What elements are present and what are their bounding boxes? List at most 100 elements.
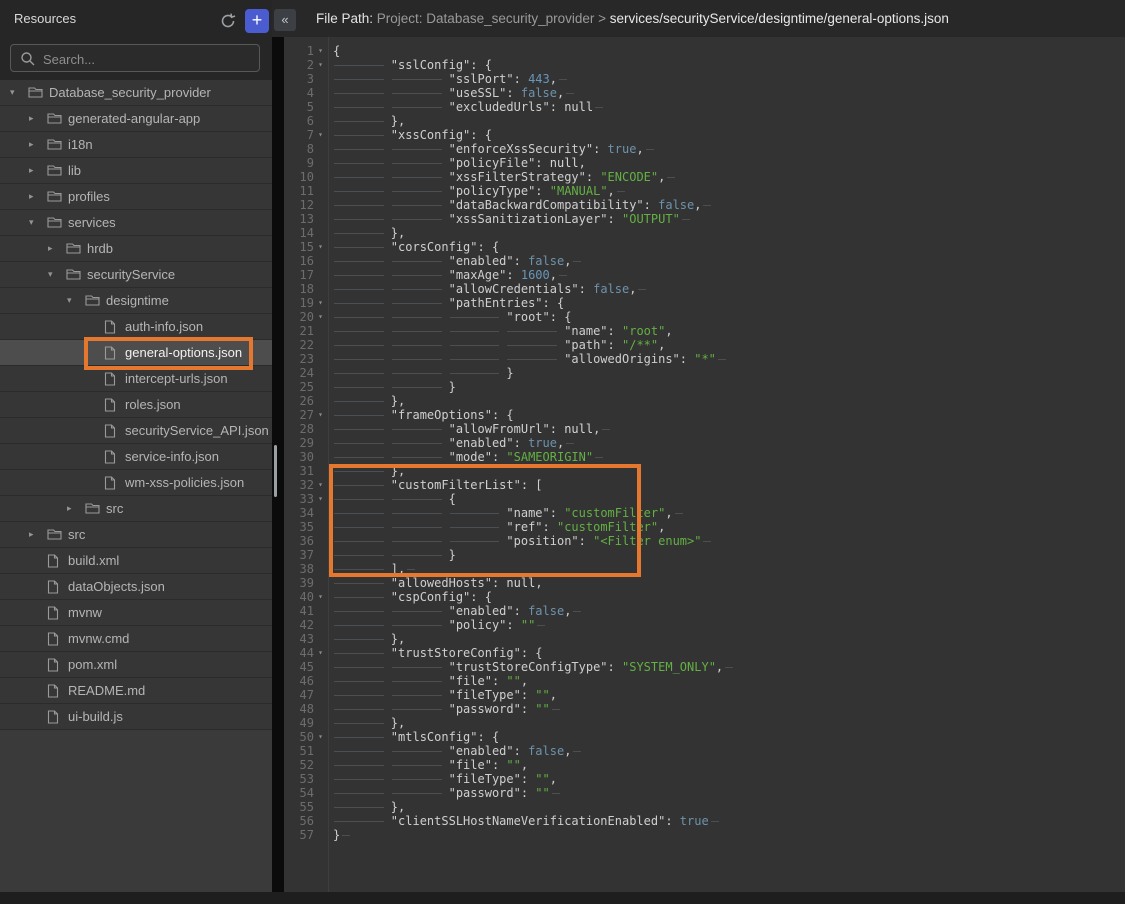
code-line[interactable]: 39"allowedHosts": null, — [284, 576, 735, 590]
tree-item-intercept-urls-json[interactable]: intercept-urls.json — [0, 366, 272, 392]
code-line[interactable]: 45"trustStoreConfigType": "SYSTEM_ONLY", — [284, 660, 735, 674]
code-editor[interactable]: 1▾{2▾"sslConfig": {3"sslPort": 443,4"use… — [284, 37, 1125, 892]
code-line[interactable]: 56"clientSSLHostNameVerificationEnabled"… — [284, 814, 735, 828]
fold-arrow-icon[interactable]: ▾ — [314, 128, 327, 142]
code-line[interactable]: 16"enabled": false, — [284, 254, 735, 268]
tree-item-i18n[interactable]: ▸i18n — [0, 132, 272, 158]
code-line[interactable]: 51"enabled": false, — [284, 744, 735, 758]
chevron-down-icon[interactable]: ▾ — [10, 87, 28, 98]
code-line[interactable]: 5"excludedUrls": null — [284, 100, 735, 114]
code-line[interactable]: 38], — [284, 562, 735, 576]
tree-item-roles-json[interactable]: roles.json — [0, 392, 272, 418]
code-line[interactable]: 35"ref": "customFilter", — [284, 520, 735, 534]
code-line[interactable]: 42"policy": "" — [284, 618, 735, 632]
fold-arrow-icon[interactable]: ▾ — [314, 44, 327, 58]
tree-item-src[interactable]: ▸src — [0, 522, 272, 548]
code-line[interactable]: 30"mode": "SAMEORIGIN" — [284, 450, 735, 464]
tree-item-mvnw[interactable]: mvnw — [0, 600, 272, 626]
code-line[interactable]: 14}, — [284, 226, 735, 240]
tree-item-auth-info-json[interactable]: auth-info.json — [0, 314, 272, 340]
tree-item-wm-xss-policies-json[interactable]: wm-xss-policies.json — [0, 470, 272, 496]
tree-item-securityservice[interactable]: ▾securityService — [0, 262, 272, 288]
code-line[interactable]: 27▾"frameOptions": { — [284, 408, 735, 422]
tree-item-ui-build-js[interactable]: ui-build.js — [0, 704, 272, 730]
code-line[interactable]: 24} — [284, 366, 735, 380]
code-line[interactable]: 23"allowedOrigins": "*" — [284, 352, 735, 366]
code-line[interactable]: 37} — [284, 548, 735, 562]
code-line[interactable]: 11"policyType": "MANUAL", — [284, 184, 735, 198]
code-line[interactable]: 53"fileType": "", — [284, 772, 735, 786]
tree-item-general-options-json[interactable]: general-options.json — [0, 340, 272, 366]
tree-item-services[interactable]: ▾services — [0, 210, 272, 236]
fold-arrow-icon[interactable]: ▾ — [314, 590, 327, 604]
code-line[interactable]: 28"allowFromUrl": null, — [284, 422, 735, 436]
code-line[interactable]: 33▾{ — [284, 492, 735, 506]
code-line[interactable]: 21"name": "root", — [284, 324, 735, 338]
code-line[interactable]: 20▾"root": { — [284, 310, 735, 324]
tree-item-securityservice-api-json[interactable]: securityService_API.json — [0, 418, 272, 444]
code-line[interactable]: 49}, — [284, 716, 735, 730]
tree-item-readme-md[interactable]: README.md — [0, 678, 272, 704]
fold-arrow-icon[interactable]: ▾ — [314, 310, 327, 324]
code-line[interactable]: 32▾"customFilterList": [ — [284, 478, 735, 492]
fold-arrow-icon[interactable]: ▾ — [314, 58, 327, 72]
fold-arrow-icon[interactable]: ▾ — [314, 296, 327, 310]
code-line[interactable]: 22"path": "/**", — [284, 338, 735, 352]
chevron-down-icon[interactable]: ▾ — [29, 217, 47, 228]
refresh-button[interactable] — [218, 11, 238, 31]
tree-item-designtime[interactable]: ▾designtime — [0, 288, 272, 314]
code-line[interactable]: 55}, — [284, 800, 735, 814]
fold-arrow-icon[interactable]: ▾ — [314, 408, 327, 422]
code-line[interactable]: 50▾"mtlsConfig": { — [284, 730, 735, 744]
code-line[interactable]: 41"enabled": false, — [284, 604, 735, 618]
code-line[interactable]: 57} — [284, 828, 735, 842]
code-line[interactable]: 36"position": "<Filter enum>" — [284, 534, 735, 548]
chevron-down-icon[interactable]: ▾ — [67, 295, 85, 306]
tree-item-pom-xml[interactable]: pom.xml — [0, 652, 272, 678]
fold-arrow-icon[interactable]: ▾ — [314, 240, 327, 254]
code-line[interactable]: 46"file": "", — [284, 674, 735, 688]
code-line[interactable]: 26}, — [284, 394, 735, 408]
code-line[interactable]: 6}, — [284, 114, 735, 128]
fold-arrow-icon[interactable]: ▾ — [314, 646, 327, 660]
chevron-right-icon[interactable]: ▸ — [48, 243, 66, 254]
chevron-right-icon[interactable]: ▸ — [29, 529, 47, 540]
tree-item-dataobjects-json[interactable]: dataObjects.json — [0, 574, 272, 600]
chevron-right-icon[interactable]: ▸ — [67, 503, 85, 514]
code-line[interactable]: 8"enforceXssSecurity": true, — [284, 142, 735, 156]
fold-arrow-icon[interactable]: ▾ — [314, 730, 327, 744]
code-line[interactable]: 25} — [284, 380, 735, 394]
tree-item-lib[interactable]: ▸lib — [0, 158, 272, 184]
code-line[interactable]: 9"policyFile": null, — [284, 156, 735, 170]
fold-arrow-icon[interactable]: ▾ — [314, 492, 327, 506]
code-line[interactable]: 2▾"sslConfig": { — [284, 58, 735, 72]
tree-item-mvnw-cmd[interactable]: mvnw.cmd — [0, 626, 272, 652]
tree-item-build-xml[interactable]: build.xml — [0, 548, 272, 574]
code-line[interactable]: 17"maxAge": 1600, — [284, 268, 735, 282]
code-line[interactable]: 31}, — [284, 464, 735, 478]
code-line[interactable]: 10"xssFilterStrategy": "ENCODE", — [284, 170, 735, 184]
fold-arrow-icon[interactable]: ▾ — [314, 478, 327, 492]
code-line[interactable]: 34"name": "customFilter", — [284, 506, 735, 520]
add-button[interactable]: + — [245, 9, 269, 33]
chevron-right-icon[interactable]: ▸ — [29, 191, 47, 202]
tree-item-database-security-provider[interactable]: ▾Database_security_provider — [0, 80, 272, 106]
code-line[interactable]: 4"useSSL": false, — [284, 86, 735, 100]
tree-item-hrdb[interactable]: ▸hrdb — [0, 236, 272, 262]
code-line[interactable]: 44▾"trustStoreConfig": { — [284, 646, 735, 660]
code-line[interactable]: 13"xssSanitizationLayer": "OUTPUT" — [284, 212, 735, 226]
code-line[interactable]: 7▾"xssConfig": { — [284, 128, 735, 142]
code-line[interactable]: 3"sslPort": 443, — [284, 72, 735, 86]
code-line[interactable]: 1▾{ — [284, 44, 735, 58]
code-line[interactable]: 18"allowCredentials": false, — [284, 282, 735, 296]
code-line[interactable]: 19▾"pathEntries": { — [284, 296, 735, 310]
chevron-right-icon[interactable]: ▸ — [29, 113, 47, 124]
tree-scrollbar-thumb[interactable] — [274, 445, 277, 497]
tree-item-generated-angular-app[interactable]: ▸generated-angular-app — [0, 106, 272, 132]
code-line[interactable]: 12"dataBackwardCompatibility": false, — [284, 198, 735, 212]
code-line[interactable]: 47"fileType": "", — [284, 688, 735, 702]
tree-item-src[interactable]: ▸src — [0, 496, 272, 522]
code-line[interactable]: 43}, — [284, 632, 735, 646]
chevron-right-icon[interactable]: ▸ — [29, 165, 47, 176]
tree-item-service-info-json[interactable]: service-info.json — [0, 444, 272, 470]
